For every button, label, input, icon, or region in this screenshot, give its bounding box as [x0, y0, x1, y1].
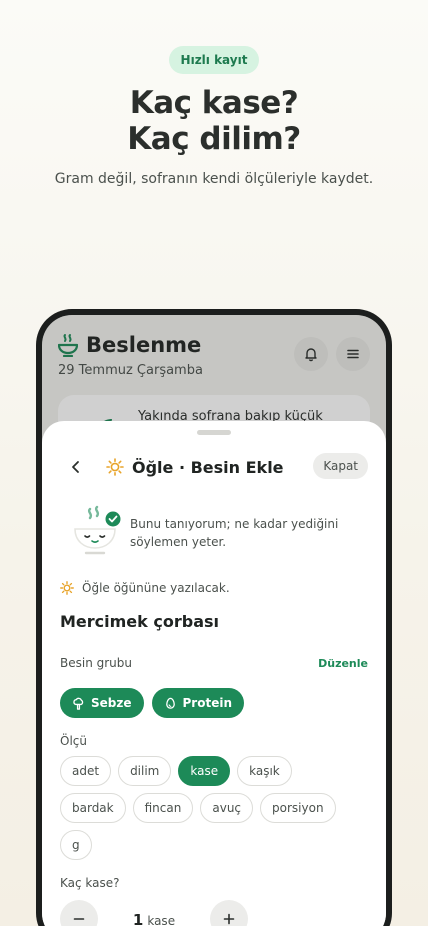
food-group-label: Besin grubu — [60, 656, 132, 670]
unit-option-bardak[interactable]: bardak — [60, 793, 126, 823]
group-chip-label: Sebze — [91, 696, 132, 710]
assistant-intro: Bunu tanıyorum; ne kadar yediğini söylem… — [60, 501, 368, 573]
unit-option-kase-selected[interactable]: kase — [178, 756, 231, 786]
intro-text: Bunu tanıyorum; ne kadar yediğini söylem… — [130, 517, 339, 549]
hero-section: Hızlı kayıt Kaç kase? Kaç dilim? Gram de… — [0, 46, 428, 187]
quantity-unit: kase — [147, 913, 176, 926]
sheet-drag-handle[interactable] — [197, 430, 231, 435]
unit-option-fincan[interactable]: fincan — [132, 793, 194, 823]
phone-frame: Beslenme 29 Temmuz Çarşamba Yakında sofr… — [36, 309, 392, 926]
add-food-sheet: Öğle · Besin Ekle Kapat Bunu tanıyorum; … — [42, 421, 386, 926]
group-chip-protein[interactable]: Protein — [151, 688, 244, 718]
group-chip-label: Protein — [182, 696, 233, 710]
minus-icon — [73, 918, 85, 920]
close-button[interactable]: Kapat — [313, 453, 368, 479]
soup-bowl-mascot-icon — [74, 505, 121, 555]
phone-screen: Beslenme 29 Temmuz Çarşamba Yakında sofr… — [42, 315, 386, 926]
edit-groups-link[interactable]: Düzenle — [318, 657, 368, 670]
sun-icon — [60, 581, 74, 595]
broccoli-icon — [73, 697, 84, 710]
unit-option-g[interactable]: g — [60, 830, 92, 860]
food-group-header: Besin grubu Düzenle — [60, 656, 368, 670]
headline-line-2: Kaç dilim? — [127, 121, 301, 157]
sun-icon — [106, 458, 124, 476]
group-chip-sebze[interactable]: Sebze — [60, 688, 144, 718]
unit-option-porsiyon[interactable]: porsiyon — [260, 793, 336, 823]
feature-badge: Hızlı kayıt — [168, 46, 260, 74]
quantity-value: 1 — [132, 910, 144, 926]
tagline: Gram değil, sofranın kendi ölçüleriyle k… — [54, 171, 374, 187]
meal-note: Öğle öğününe yazılacak. — [60, 581, 368, 595]
unit-option-dilim[interactable]: dilim — [118, 756, 172, 786]
chevron-left-icon — [72, 461, 79, 473]
quantity-display: 1 kase — [98, 910, 210, 926]
food-name: Mercimek çorbası — [60, 612, 219, 631]
increase-button[interactable] — [210, 900, 248, 926]
unit-option-avuc[interactable]: avuç — [200, 793, 254, 823]
quantity-label: Kaç kase? — [60, 876, 120, 890]
egg-icon — [165, 697, 175, 709]
unit-option-kasik[interactable]: kaşık — [237, 756, 292, 786]
sheet-header: Öğle · Besin Ekle Kapat — [60, 445, 368, 489]
unit-options: adet dilim kase kaşık bardak fincan avuç… — [60, 756, 360, 860]
quantity-stepper: 1 kase — [60, 900, 368, 926]
back-button[interactable] — [64, 455, 88, 479]
plus-icon — [223, 913, 235, 925]
headline: Kaç kase? Kaç dilim? — [0, 85, 428, 157]
unit-label: Ölçü — [60, 734, 87, 748]
meal-note-text: Öğle öğününe yazılacak. — [82, 581, 230, 595]
unit-option-adet[interactable]: adet — [60, 756, 112, 786]
food-group-list: Sebze Protein — [60, 688, 368, 718]
sheet-title: Öğle · Besin Ekle — [132, 457, 284, 477]
decrease-button[interactable] — [60, 900, 98, 926]
headline-line-1: Kaç kase? — [129, 85, 299, 121]
